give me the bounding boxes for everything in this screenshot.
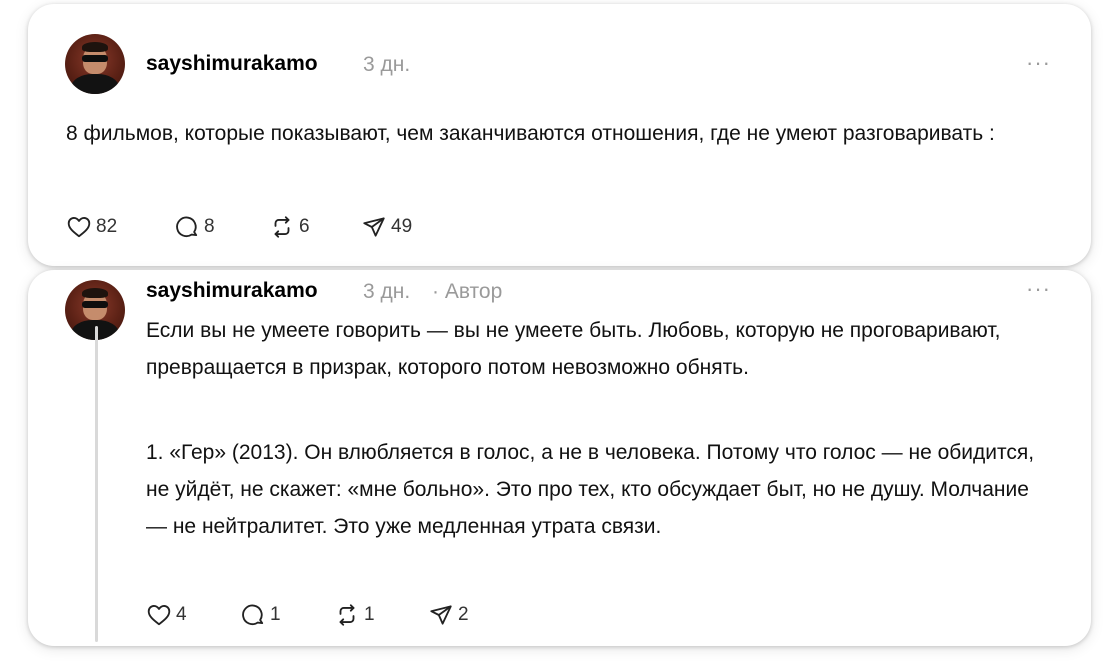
repost-count: 6: [299, 216, 310, 237]
reply-card: sayshimurakamo 3 дн. · Автор ··· Если вы…: [28, 270, 1091, 646]
repost-button[interactable]: 6: [269, 212, 310, 242]
share-count: 2: [458, 604, 469, 625]
post-actions: 82 8 6 49: [66, 212, 486, 242]
heart-icon: [66, 214, 92, 240]
reply-button[interactable]: 8: [174, 212, 215, 242]
post-actions: 4 1 1 2: [146, 600, 506, 630]
like-count: 82: [96, 216, 118, 237]
speech-bubble-icon: [240, 602, 266, 628]
more-options-icon[interactable]: ···: [1026, 276, 1051, 302]
post-text: 8 фильмов, которые показывают, чем закан…: [66, 122, 995, 145]
repost-button[interactable]: 1: [334, 600, 375, 630]
post-time: 3 дн.: [363, 280, 411, 303]
speech-bubble-icon: [174, 214, 200, 240]
repost-arrows-icon: [269, 214, 295, 240]
thread-line: [95, 326, 98, 642]
post-card: sayshimurakamo 3 дн. ··· 8 фильмов, кото…: [28, 4, 1091, 266]
author-tag: · Автор: [432, 280, 503, 303]
repost-count: 1: [364, 604, 375, 625]
share-button[interactable]: 49: [361, 212, 412, 242]
share-count: 49: [391, 216, 413, 237]
post-text: 1. «Гер» (2013). Он влюбляется в голос, …: [146, 441, 1035, 538]
username[interactable]: sayshimurakamo: [146, 279, 318, 303]
reply-count: 8: [204, 216, 215, 237]
more-options-icon[interactable]: ···: [1026, 50, 1051, 76]
repost-arrows-icon: [334, 602, 360, 628]
like-count: 4: [176, 604, 187, 625]
paper-plane-icon: [428, 602, 454, 628]
reply-button[interactable]: 1: [240, 600, 281, 630]
like-button[interactable]: 4: [146, 600, 187, 630]
avatar[interactable]: [65, 34, 125, 94]
post-text: Если вы не умеете говорить — вы не умеет…: [146, 319, 1001, 379]
reply-count: 1: [270, 604, 281, 625]
heart-icon: [146, 602, 172, 628]
paper-plane-icon: [361, 214, 387, 240]
post-time: 3 дн.: [363, 53, 411, 76]
username[interactable]: sayshimurakamo: [146, 52, 318, 76]
share-button[interactable]: 2: [428, 600, 469, 630]
like-button[interactable]: 82: [66, 212, 117, 242]
